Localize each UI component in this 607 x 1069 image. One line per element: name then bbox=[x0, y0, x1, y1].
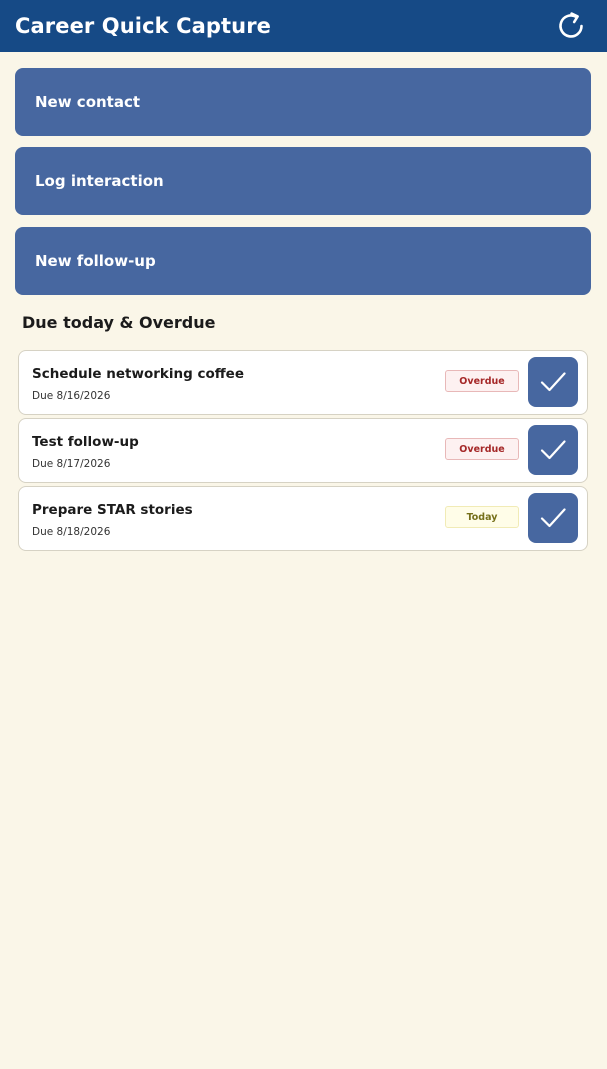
checkmark-icon bbox=[540, 372, 566, 392]
complete-task-button[interactable] bbox=[528, 425, 578, 475]
task-due-date: Due 8/17/2026 bbox=[32, 458, 111, 470]
status-badge-overdue: Overdue bbox=[445, 438, 519, 460]
complete-task-button[interactable] bbox=[528, 493, 578, 543]
task-title: Test follow-up bbox=[32, 434, 139, 450]
log-interaction-button[interactable]: Log interaction bbox=[15, 147, 591, 215]
new-contact-button[interactable]: New contact bbox=[15, 68, 591, 136]
new-follow-up-label: New follow-up bbox=[35, 252, 156, 270]
complete-task-button[interactable] bbox=[528, 357, 578, 407]
refresh-button[interactable] bbox=[553, 8, 589, 44]
app-title: Career Quick Capture bbox=[15, 14, 272, 38]
app-header: Career Quick Capture bbox=[0, 0, 607, 52]
task-title: Schedule networking coffee bbox=[32, 366, 244, 382]
task-card: Schedule networking coffee Due 8/16/2026… bbox=[18, 350, 588, 415]
due-section-title: Due today & Overdue bbox=[22, 313, 216, 332]
checkmark-icon bbox=[540, 508, 566, 528]
log-interaction-label: Log interaction bbox=[35, 172, 164, 190]
task-due-date: Due 8/16/2026 bbox=[32, 390, 111, 402]
new-contact-label: New contact bbox=[35, 93, 141, 111]
task-title: Prepare STAR stories bbox=[32, 502, 193, 518]
status-badge-today: Today bbox=[445, 506, 519, 528]
task-due-date: Due 8/18/2026 bbox=[32, 526, 111, 538]
task-card: Test follow-up Due 8/17/2026 Overdue bbox=[18, 418, 588, 483]
checkmark-icon bbox=[540, 440, 566, 460]
refresh-icon bbox=[559, 12, 583, 38]
new-follow-up-button[interactable]: New follow-up bbox=[15, 227, 591, 295]
task-card: Prepare STAR stories Due 8/18/2026 Today bbox=[18, 486, 588, 551]
status-badge-overdue: Overdue bbox=[445, 370, 519, 392]
